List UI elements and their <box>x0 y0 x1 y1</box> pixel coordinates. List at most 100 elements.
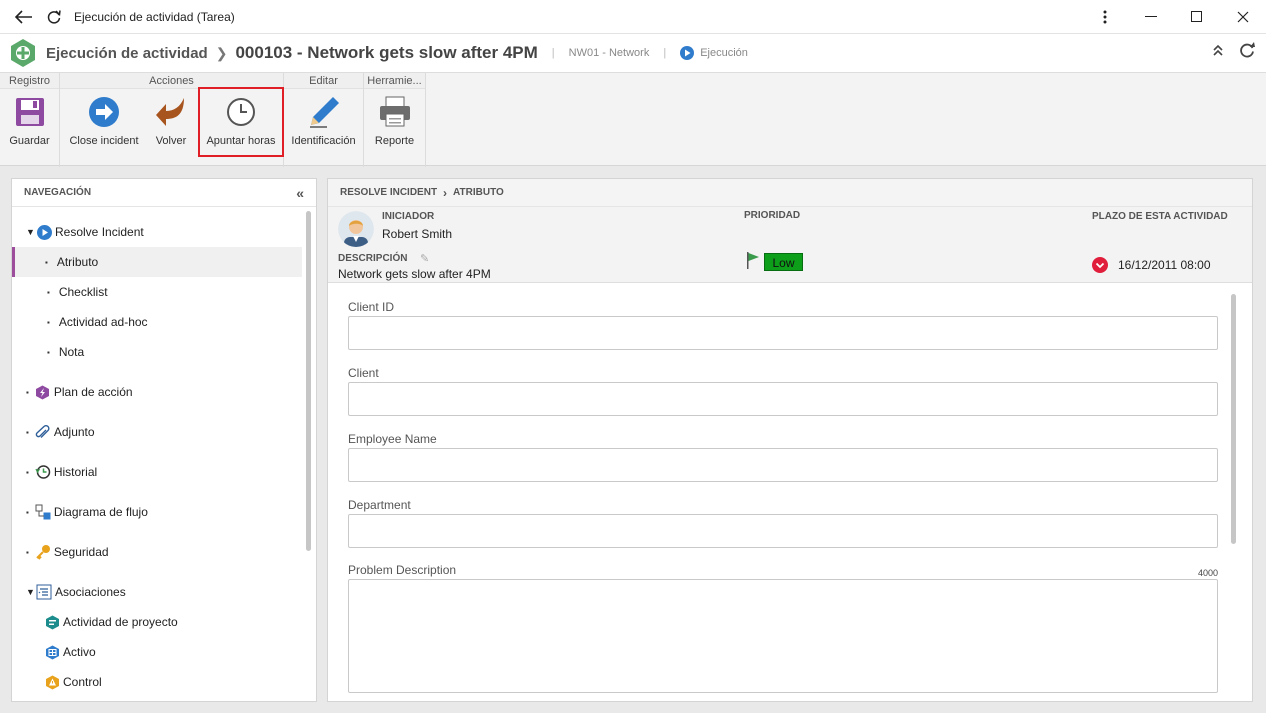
app-logo-icon <box>11 39 35 67</box>
record-category: NW01 - Network <box>568 47 650 59</box>
navigation-header: NAVEGACIÓN « <box>12 179 316 207</box>
clock-icon <box>224 95 258 129</box>
action-plan-icon <box>35 384 51 400</box>
problem-description-textarea[interactable] <box>348 579 1218 693</box>
nav-item-label: Actividad de proyecto <box>63 615 178 629</box>
ribbon-group-herramientas: Herramie... Reporte <box>364 73 426 167</box>
nav-item-label: Plan de acción <box>53 385 133 399</box>
separator: | <box>551 47 555 59</box>
bullet: ▪ <box>47 317 50 327</box>
close-icon[interactable] <box>1220 0 1266 34</box>
nav-item-seguridad[interactable]: ▪ Seguridad <box>12 537 302 567</box>
bullet: ▪ <box>47 347 50 357</box>
iniciador-value: Robert Smith <box>382 227 453 241</box>
window-titlebar: Ejecución de actividad (Tarea) <box>0 0 1266 34</box>
history-icon <box>35 464 51 480</box>
volver-button[interactable]: Volver <box>148 89 194 157</box>
apuntar-horas-label: Apuntar horas <box>206 135 276 147</box>
priority-badge: Low <box>764 253 803 271</box>
identificacion-label: Identificación <box>291 135 356 147</box>
breadcrumb: RESOLVE INCIDENT › ATRIBUTO <box>328 179 1252 207</box>
apuntar-horas-button[interactable]: Apuntar horas <box>198 87 284 157</box>
nav-item-diagrama-de-flujo[interactable]: ▪ Diagrama de flujo <box>12 497 302 527</box>
character-limit: 4000 <box>1197 568 1218 578</box>
ribbon-group-label: Herramie... <box>364 73 425 89</box>
client-id-input[interactable] <box>348 316 1218 350</box>
save-icon <box>13 95 47 129</box>
collapse-left-icon[interactable]: « <box>296 185 304 201</box>
module-name: Ejecución de actividad <box>46 44 208 62</box>
nav-item-adjunto[interactable]: ▪ Adjunto <box>12 417 302 447</box>
reporte-label: Reporte <box>374 135 415 147</box>
nav-item-resolve-incident[interactable]: ▼ Resolve Incident <box>12 217 302 247</box>
nav-item-plan-de-accion[interactable]: ▪ Plan de acción <box>12 377 302 407</box>
guardar-button[interactable]: Guardar <box>0 89 59 157</box>
nav-item-label: Seguridad <box>53 545 109 559</box>
ribbon-toolbar: Registro Guardar Acciones Close incident… <box>0 72 1266 167</box>
reload-icon[interactable] <box>1238 42 1256 61</box>
printer-icon <box>378 95 412 129</box>
maximize-icon[interactable] <box>1174 0 1220 34</box>
more-options-icon[interactable] <box>1082 0 1128 34</box>
nav-item-atributo[interactable]: ▪ Atributo <box>12 247 302 277</box>
caret-down-icon[interactable]: ▼ <box>26 227 36 237</box>
nav-item-label: Checklist <box>58 285 108 299</box>
nav-item-nota[interactable]: ▪ Nota <box>12 337 302 367</box>
bullet: ▪ <box>26 467 29 477</box>
nav-item-label: Adjunto <box>53 425 95 439</box>
nav-item-activo[interactable]: Activo <box>12 637 302 667</box>
chevron-down-alert-icon <box>1092 257 1108 273</box>
descripcion-value: Network gets slow after 4PM <box>338 267 491 281</box>
employee-name-label: Employee Name <box>348 432 437 446</box>
bullet: ▪ <box>26 507 29 517</box>
reporte-button[interactable]: Reporte <box>364 89 425 157</box>
nav-item-actividad-ad-hoc[interactable]: ▪ Actividad ad-hoc <box>12 307 302 337</box>
nav-item-label: Asociaciones <box>55 585 126 599</box>
client-input[interactable] <box>348 382 1218 416</box>
ribbon-group-acciones: Acciones Close incident Volver Apuntar h… <box>60 73 284 167</box>
pencil-edit-icon[interactable]: ✎ <box>420 252 429 265</box>
identificacion-button[interactable]: Identificación <box>284 89 363 157</box>
problem-description-label: Problem Description <box>348 563 457 577</box>
prioridad-label: PRIORIDAD <box>744 210 801 221</box>
employee-name-input[interactable] <box>348 448 1218 482</box>
navigation-panel: NAVEGACIÓN « ▼ Resolve Incident ▪ Atribu… <box>11 178 317 702</box>
nav-item-label: Activo <box>63 645 96 659</box>
form-scrollbar[interactable] <box>1231 294 1236 544</box>
close-incident-button[interactable]: Close incident <box>66 89 142 157</box>
flag-icon <box>746 252 760 272</box>
bullet: ▪ <box>45 257 48 267</box>
nav-item-label: Nota <box>58 345 85 359</box>
collapse-up-icon[interactable] <box>1212 44 1224 59</box>
project-activity-icon <box>44 614 60 630</box>
nav-item-actividad-de-proyecto[interactable]: Actividad de proyecto <box>12 607 302 637</box>
close-incident-label: Close incident <box>69 135 139 147</box>
chevron-right-icon: ❯ <box>215 44 228 61</box>
refresh-icon[interactable] <box>42 5 66 29</box>
record-header: Ejecución de actividad ❯ 000103 - Networ… <box>0 34 1266 72</box>
play-circle-icon <box>36 224 52 240</box>
nav-item-label: Resolve Incident <box>55 225 144 239</box>
nav-item-checklist[interactable]: ▪ Checklist <box>12 277 302 307</box>
breadcrumb-item[interactable]: ATRIBUTO <box>453 187 504 198</box>
nav-item-asociaciones[interactable]: ▼ Asociaciones <box>12 577 302 607</box>
nav-scrollbar[interactable] <box>306 211 311 551</box>
return-arrow-icon <box>154 95 188 129</box>
ribbon-group-editar: Editar Identificación <box>284 73 364 167</box>
department-input[interactable] <box>348 514 1218 548</box>
nav-item-label: Atributo <box>56 255 99 269</box>
nav-item-historial[interactable]: ▪ Historial <box>12 457 302 487</box>
plazo-label: PLAZO DE ESTA ACTIVIDAD <box>1092 211 1228 222</box>
caret-down-icon[interactable]: ▼ <box>26 587 36 597</box>
control-icon <box>44 674 60 690</box>
nav-item-label: Historial <box>53 465 98 479</box>
breadcrumb-item[interactable]: RESOLVE INCIDENT <box>340 187 437 198</box>
minimize-icon[interactable] <box>1128 0 1174 34</box>
asset-icon <box>44 644 60 660</box>
back-arrow-icon[interactable] <box>12 5 36 29</box>
nav-item-label: Actividad ad-hoc <box>58 315 148 329</box>
ribbon-group-label: Editar <box>284 73 363 89</box>
volver-label: Volver <box>155 135 187 147</box>
nav-item-control[interactable]: Control <box>12 667 302 697</box>
guardar-label: Guardar <box>9 135 50 147</box>
